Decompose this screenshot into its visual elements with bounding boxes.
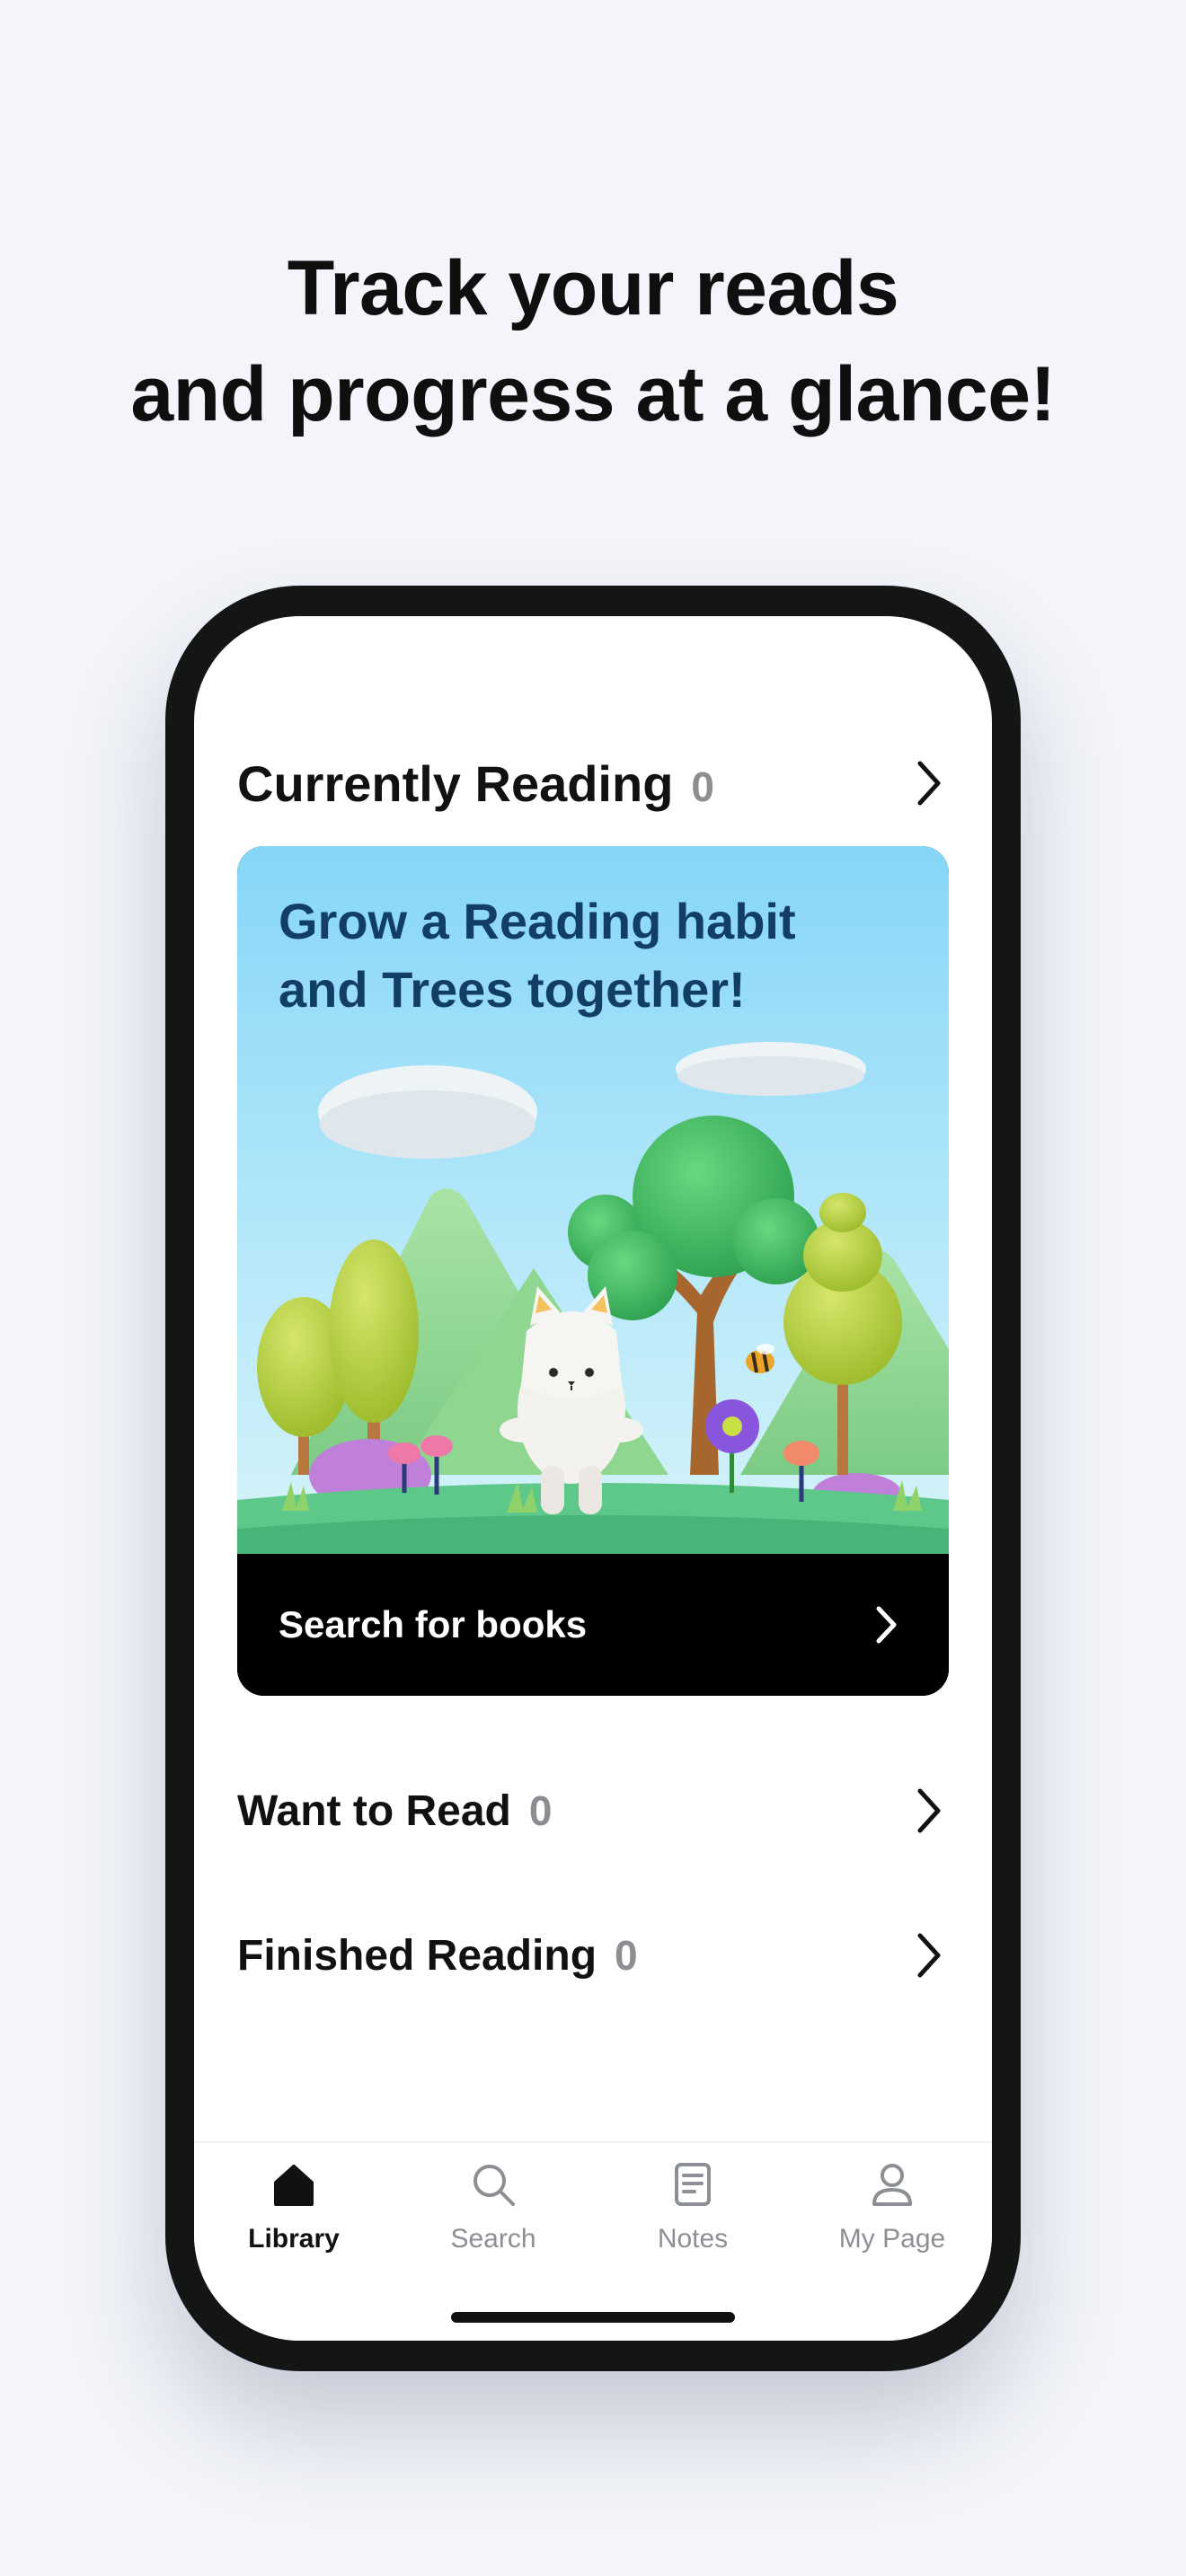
marketing-headline: Track your reads and progress at a glanc… [0,235,1186,447]
bottom-tab-bar: Library Search Notes My Page [194,2141,992,2341]
headline-line-1: Track your reads [287,245,899,331]
person-icon [872,2164,912,2206]
want-to-read-row[interactable]: Want to Read 0 [237,1775,949,1847]
search-icon [474,2165,515,2206]
home-indicator[interactable] [451,2312,735,2323]
promo-title-line-2: and Trees together! [279,961,746,1018]
promo-title: Grow a Reading habit and Trees together! [279,887,925,1024]
tab-notes[interactable]: Notes [593,2156,792,2281]
chevron-right-icon[interactable] [909,1930,949,1981]
search-for-books-button[interactable]: Search for books [237,1554,949,1696]
search-for-books-label: Search for books [279,1603,588,1645]
finished-reading-label: Finished Reading [237,1931,597,1980]
phone-screen: Currently Reading 0 Grow a Reading habit… [194,616,992,2341]
headline-line-2: and progress at a glance! [130,351,1056,437]
notes-icon [675,2163,711,2206]
tab-search-label: Search [450,2224,536,2254]
promo-card[interactable]: Grow a Reading habit and Trees together!… [237,846,949,1696]
chevron-right-icon [876,1606,897,1644]
currently-reading-label: Currently Reading [237,754,674,812]
tab-library-label: Library [248,2224,340,2254]
finished-reading-row[interactable]: Finished Reading 0 [237,1919,949,1991]
want-to-read-label: Want to Read [237,1786,511,1835]
chevron-right-icon[interactable] [909,758,949,808]
home-icon [274,2165,314,2206]
currently-reading-row[interactable]: Currently Reading 0 [237,747,949,819]
tab-notes-label: Notes [657,2224,729,2254]
finished-reading-count: 0 [615,1932,638,1979]
tab-my-page[interactable]: My Page [792,2156,992,2281]
tab-search[interactable]: Search [394,2156,593,2281]
tab-my-page-label: My Page [838,2224,946,2254]
tab-library[interactable]: Library [194,2156,394,2281]
currently-reading-count: 0 [691,763,714,810]
chevron-right-icon[interactable] [909,1786,949,1836]
want-to-read-count: 0 [528,1787,553,1834]
promo-title-line-1: Grow a Reading habit [279,893,796,949]
